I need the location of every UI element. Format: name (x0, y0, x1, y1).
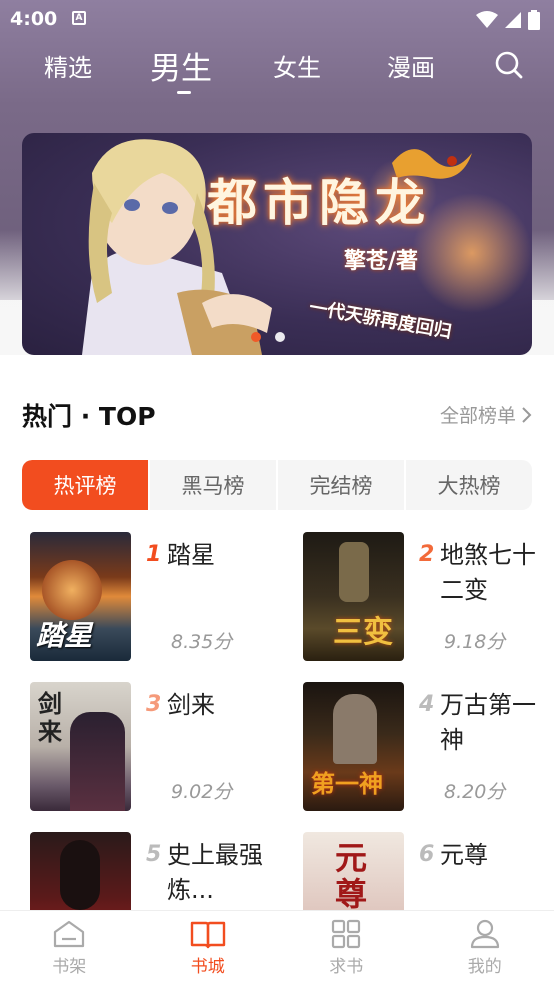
nav-label: 书城 (190, 956, 225, 977)
status-time: 4:00 (10, 8, 58, 30)
book-item[interactable]: 踏星 1 踏星 8.35分 (22, 532, 272, 667)
tab-comics[interactable]: 漫画 (387, 48, 435, 83)
promo-banner[interactable]: 都市隐龙 擎苍/著 一代天骄再度回归 (22, 133, 532, 355)
profile-icon (470, 919, 499, 948)
notification-a-icon: A (72, 11, 86, 25)
tab-featured[interactable]: 精选 (44, 48, 92, 83)
rank-number: 2 (419, 542, 435, 567)
request-icon (332, 919, 361, 948)
book-item[interactable]: 三变 2 地煞七十二变 9.18分 (295, 532, 545, 667)
tab-male[interactable]: 男生 (150, 43, 212, 88)
chevron-right-icon (522, 406, 532, 423)
banner-author: 擎苍/著 (344, 248, 419, 274)
tab-hot-reviews[interactable]: 热评榜 (22, 460, 150, 510)
book-title: 剑来 (167, 691, 215, 719)
book-item[interactable]: 剑来 3 剑来 9.02分 (22, 682, 272, 817)
book-score: 9.02分 (171, 781, 233, 803)
cover-title: 元尊 (335, 839, 368, 910)
banner-pagination (251, 332, 285, 342)
book-cover: 第一神 (303, 682, 404, 811)
ranking-section: 热门 · TOP 全部榜单 热评榜 黑马榜 完结榜 大热榜 踏星 1 踏星 8.… (0, 355, 554, 910)
book-title: 踏星 (167, 541, 215, 569)
bookstore-icon (190, 921, 225, 948)
book-item[interactable]: 5 史上最强炼... (22, 832, 272, 910)
rank-number: 6 (419, 842, 435, 867)
nav-request[interactable]: 求书 (277, 911, 416, 984)
nav-bookstore[interactable]: 书城 (139, 911, 278, 984)
book-title: 万古第一神 (440, 691, 536, 754)
rank-number: 5 (146, 842, 162, 867)
banner-title: 都市隐龙 (207, 173, 431, 232)
nav-bookshelf[interactable]: 书架 (0, 911, 139, 984)
wifi-icon (476, 11, 498, 28)
nav-label: 书架 (52, 956, 87, 977)
nav-profile[interactable]: 我的 (416, 911, 554, 984)
tab-female[interactable]: 女生 (273, 48, 321, 83)
tab-dark-horse[interactable]: 黑马榜 (150, 460, 278, 510)
book-title: 地煞七十二变 (440, 541, 536, 604)
cover-title: 三变 (333, 615, 393, 650)
rank-number: 4 (419, 692, 435, 717)
rank-number: 1 (146, 542, 162, 567)
cover-title: 踏星 (36, 619, 93, 652)
battery-icon (528, 10, 540, 30)
active-tab-indicator (177, 91, 191, 94)
banner-dot[interactable] (275, 332, 285, 342)
bookshelf-icon (54, 920, 85, 947)
book-cover: 踏星 (30, 532, 131, 661)
nav-label: 求书 (329, 956, 364, 977)
book-item[interactable]: 元尊 6 元尊 (295, 832, 545, 910)
signal-icon (505, 12, 521, 28)
book-cover: 三变 (303, 532, 404, 661)
all-rankings-link[interactable]: 全部榜单 (440, 401, 532, 428)
book-score: 8.35分 (171, 631, 233, 653)
nav-label: 我的 (467, 956, 502, 977)
tab-trending[interactable]: 大热榜 (406, 460, 532, 510)
top-nav: 精选 男生 女生 漫画 (0, 40, 554, 100)
search-icon[interactable] (494, 50, 524, 80)
book-score: 9.18分 (444, 631, 506, 653)
book-score: 8.20分 (444, 781, 506, 803)
status-icons (476, 10, 540, 30)
book-item[interactable]: 第一神 4 万古第一神 8.20分 (295, 682, 545, 817)
status-bar: 4:00 A (0, 0, 554, 38)
ranking-tabs: 热评榜 黑马榜 完结榜 大热榜 (22, 460, 532, 510)
book-cover (30, 832, 131, 910)
all-rankings-label: 全部榜单 (439, 405, 516, 427)
book-title: 史上最强炼... (167, 841, 263, 904)
book-cover: 剑来 (30, 682, 131, 811)
rank-number: 3 (146, 692, 162, 717)
tab-completed[interactable]: 完结榜 (278, 460, 406, 510)
book-title: 元尊 (440, 841, 488, 869)
bottom-nav: 书架 书城 求书 我的 (0, 910, 554, 984)
cover-title: 第一神 (311, 770, 383, 798)
banner-dot[interactable] (251, 332, 261, 342)
book-cover: 元尊 (303, 832, 404, 910)
cover-title: 剑来 (38, 689, 62, 746)
section-title: 热门 · TOP (22, 402, 156, 431)
